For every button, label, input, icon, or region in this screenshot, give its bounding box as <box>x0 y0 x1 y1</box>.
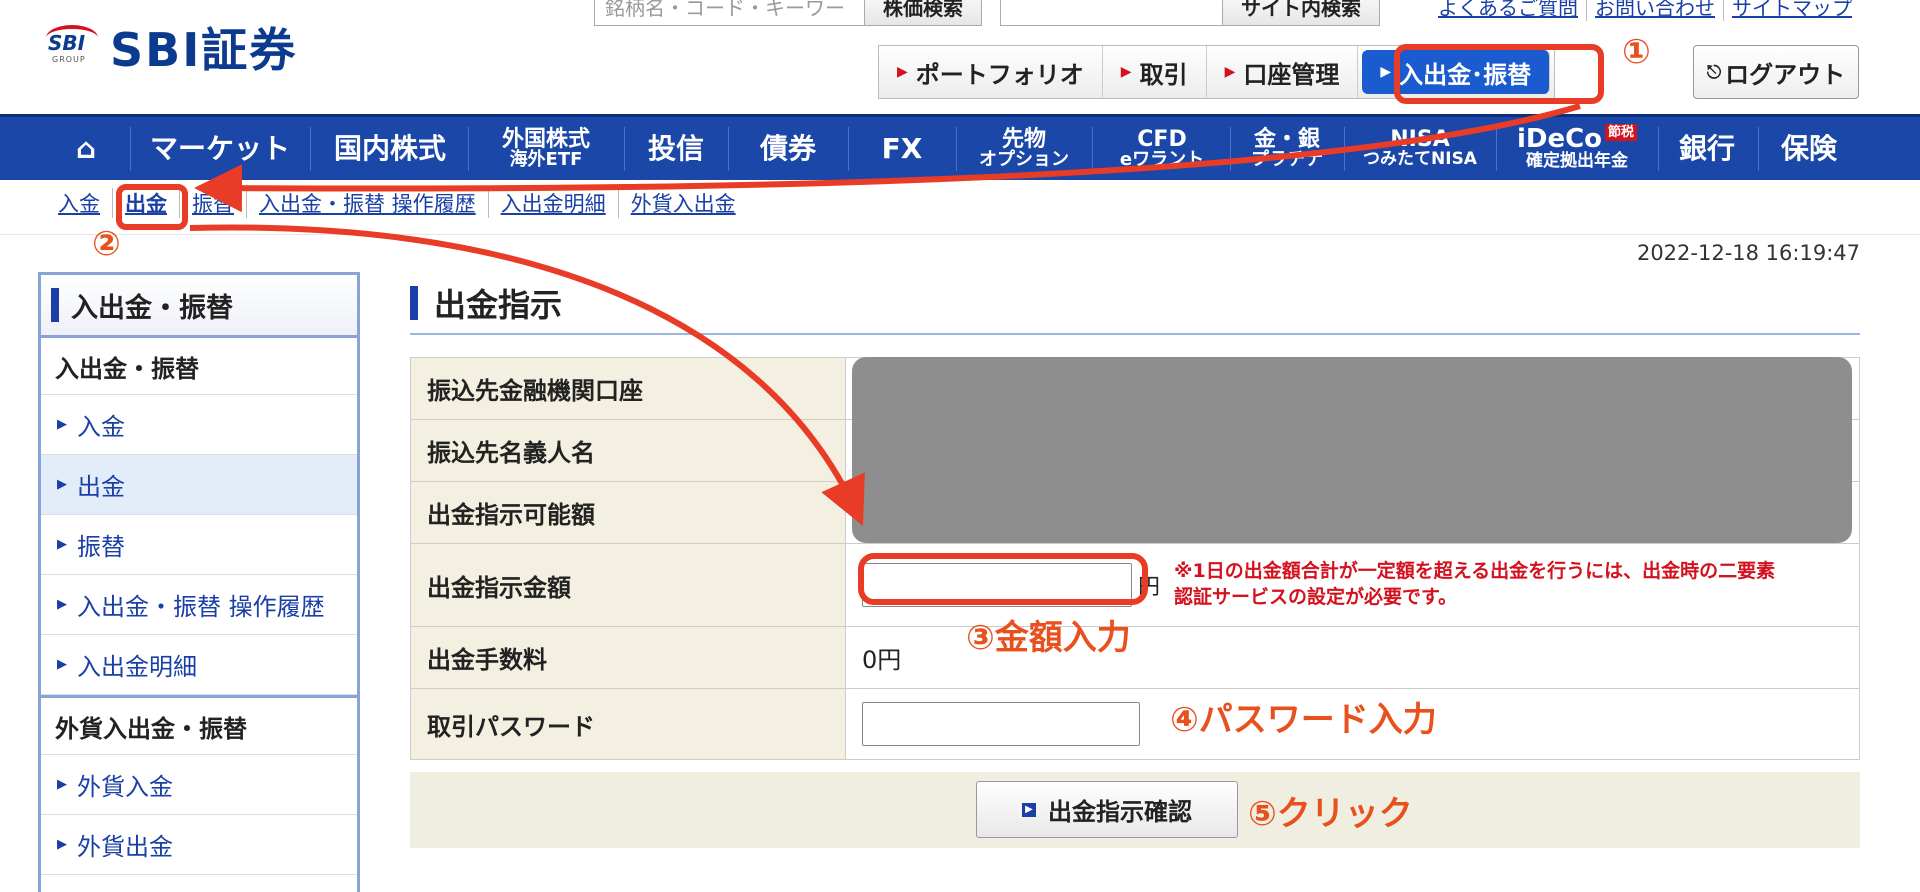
nav-fx[interactable]: FX <box>856 117 948 180</box>
two-factor-warning: ※1日の出金額合計が一定額を超える出金を行うには、出金時の二要素 認証サービスの… <box>1174 560 1776 608</box>
nav-domestic-stock[interactable]: 国内株式 <box>318 117 462 180</box>
sidebar-item-statement[interactable]: ▶ 入出金明細 <box>41 635 357 695</box>
row-fee: 出金手数料 0円 <box>411 627 1859 689</box>
triangle-right-icon: ▶ <box>897 64 908 80</box>
crumb-history[interactable]: 入出金・振替 操作履歴 <box>246 188 488 218</box>
annotation-step1: ① <box>1622 32 1651 72</box>
triangle-right-icon: ▶ <box>57 537 67 552</box>
sbi-group-logo-icon: SBI GROUP <box>46 25 104 69</box>
divider <box>0 234 1920 235</box>
row-password: 取引パスワード <box>411 689 1859 759</box>
triangle-right-icon: ▶ <box>1380 64 1392 80</box>
logo[interactable]: SBI GROUP SBI証券 <box>46 14 297 80</box>
home-icon: ⌂ <box>75 131 97 165</box>
annotation-step4: ④パスワード入力 <box>1170 700 1437 740</box>
global-nav: ⌂ マーケット 国内株式 外国株式 海外ETF 投信 債券 FX 先物 オプション … <box>0 114 1920 180</box>
highlight-deposit-tab <box>1394 44 1604 104</box>
crumb-statement[interactable]: 入出金明細 <box>487 188 618 218</box>
title-rule <box>410 333 1860 335</box>
nav-futures-options[interactable]: 先物 オプション <box>964 117 1084 180</box>
play-icon: ▶ <box>1022 802 1036 817</box>
contact-link[interactable]: お問い合わせ <box>1586 0 1723 21</box>
sidebar-title: 入出金・振替 <box>41 275 357 338</box>
stock-search-input[interactable]: 銘柄名・コード・キーワード <box>594 0 866 26</box>
nav-gold-silver[interactable]: 金・銀 プラチナ <box>1236 117 1338 180</box>
logo-text: SBI証券 <box>110 23 298 77</box>
nav-market[interactable]: マーケット <box>140 117 300 180</box>
nav-bank[interactable]: 銀行 <box>1664 117 1750 180</box>
crumb-transfer[interactable]: 振替 <box>179 188 246 218</box>
sidebar-item-deposit[interactable]: ▶ 入金 <box>41 395 357 455</box>
crumb-foreign[interactable]: 外貨入出金 <box>617 188 748 218</box>
confirm-withdraw-button[interactable]: ▶ 出金指示確認 <box>976 781 1238 838</box>
triangle-right-icon: ▶ <box>57 597 67 612</box>
sidebar-item-withdraw[interactable]: ▶ 出金 <box>41 455 357 515</box>
annotation-step5: ⑤クリック <box>1248 794 1413 834</box>
sidebar: 入出金・振替 入出金・振替 ▶ 入金 ▶ 出金 ▶ 振替 ▶ 入出金・振替 操作履歴 ▶… <box>38 272 360 892</box>
nav-nisa[interactable]: NISA つみたてNISA <box>1350 117 1490 180</box>
nav-funds[interactable]: 投信 <box>632 117 720 180</box>
triangle-right-icon: ▶ <box>57 477 67 492</box>
annotation-step3: ③金額入力 <box>966 618 1131 658</box>
sidebar-item-transfer[interactable]: ▶ 振替 <box>41 515 357 575</box>
site-search-input[interactable] <box>1000 0 1224 26</box>
highlight-amount-input <box>858 553 1148 605</box>
page-title: 出金指示 <box>410 280 562 326</box>
top-links: よくあるご質問 お問い合わせ サイトマップ <box>1430 0 1860 21</box>
nav-foreign-stock[interactable]: 外国株式 海外ETF <box>476 117 616 180</box>
triangle-right-icon: ▶ <box>57 837 67 852</box>
nav-insurance[interactable]: 保険 <box>1764 117 1854 180</box>
faq-link[interactable]: よくあるご質問 <box>1430 0 1586 21</box>
logout-button[interactable]: ⎋ ログアウト <box>1693 45 1859 99</box>
triangle-right-icon: ▶ <box>57 777 67 792</box>
highlight-withdraw-crumb <box>116 184 188 230</box>
tax-badge: 節税 <box>1605 123 1638 141</box>
trade-tab[interactable]: ▶ 取引 <box>1103 46 1207 98</box>
password-input[interactable] <box>862 702 1140 746</box>
annotation-step2: ② <box>92 224 121 264</box>
triangle-right-icon: ▶ <box>1224 64 1236 80</box>
sidebar-section-deposit: 入出金・振替 <box>41 338 357 395</box>
sidebar-item-foreign-deposit[interactable]: ▶ 外貨入金 <box>41 755 357 815</box>
redacted-area <box>852 357 1852 543</box>
logout-icon: ⎋ <box>1706 61 1722 83</box>
portfolio-tab[interactable]: ▶ ポートフォリオ <box>879 46 1103 98</box>
nav-home[interactable]: ⌂ <box>60 117 112 180</box>
nav-bonds[interactable]: 債券 <box>736 117 840 180</box>
stock-search-button[interactable]: 株価検索 <box>864 0 982 26</box>
sitemap-link[interactable]: サイトマップ <box>1723 0 1860 21</box>
sidebar-section-foreign: 外貨入出金・振替 <box>41 695 357 755</box>
triangle-right-icon: ▶ <box>57 417 67 432</box>
site-search-button[interactable]: サイト内検索 <box>1222 0 1380 26</box>
triangle-right-icon: ▶ <box>57 657 67 672</box>
sidebar-item-foreign-withdraw[interactable]: ▶ 外貨出金 <box>41 815 357 875</box>
crumb-deposit[interactable]: 入金 <box>58 188 112 218</box>
nav-cfd[interactable]: CFD eワラント <box>1100 117 1224 180</box>
sidebar-item-history[interactable]: ▶ 入出金・振替 操作履歴 <box>41 575 357 635</box>
timestamp: 2022-12-18 16:19:47 <box>1636 241 1860 265</box>
triangle-right-icon: ▶ <box>1120 64 1132 80</box>
account-tab[interactable]: ▶ 口座管理 <box>1207 46 1359 98</box>
nav-ideco[interactable]: iDeCo 節税 確定拠出年金 <box>1502 117 1652 180</box>
